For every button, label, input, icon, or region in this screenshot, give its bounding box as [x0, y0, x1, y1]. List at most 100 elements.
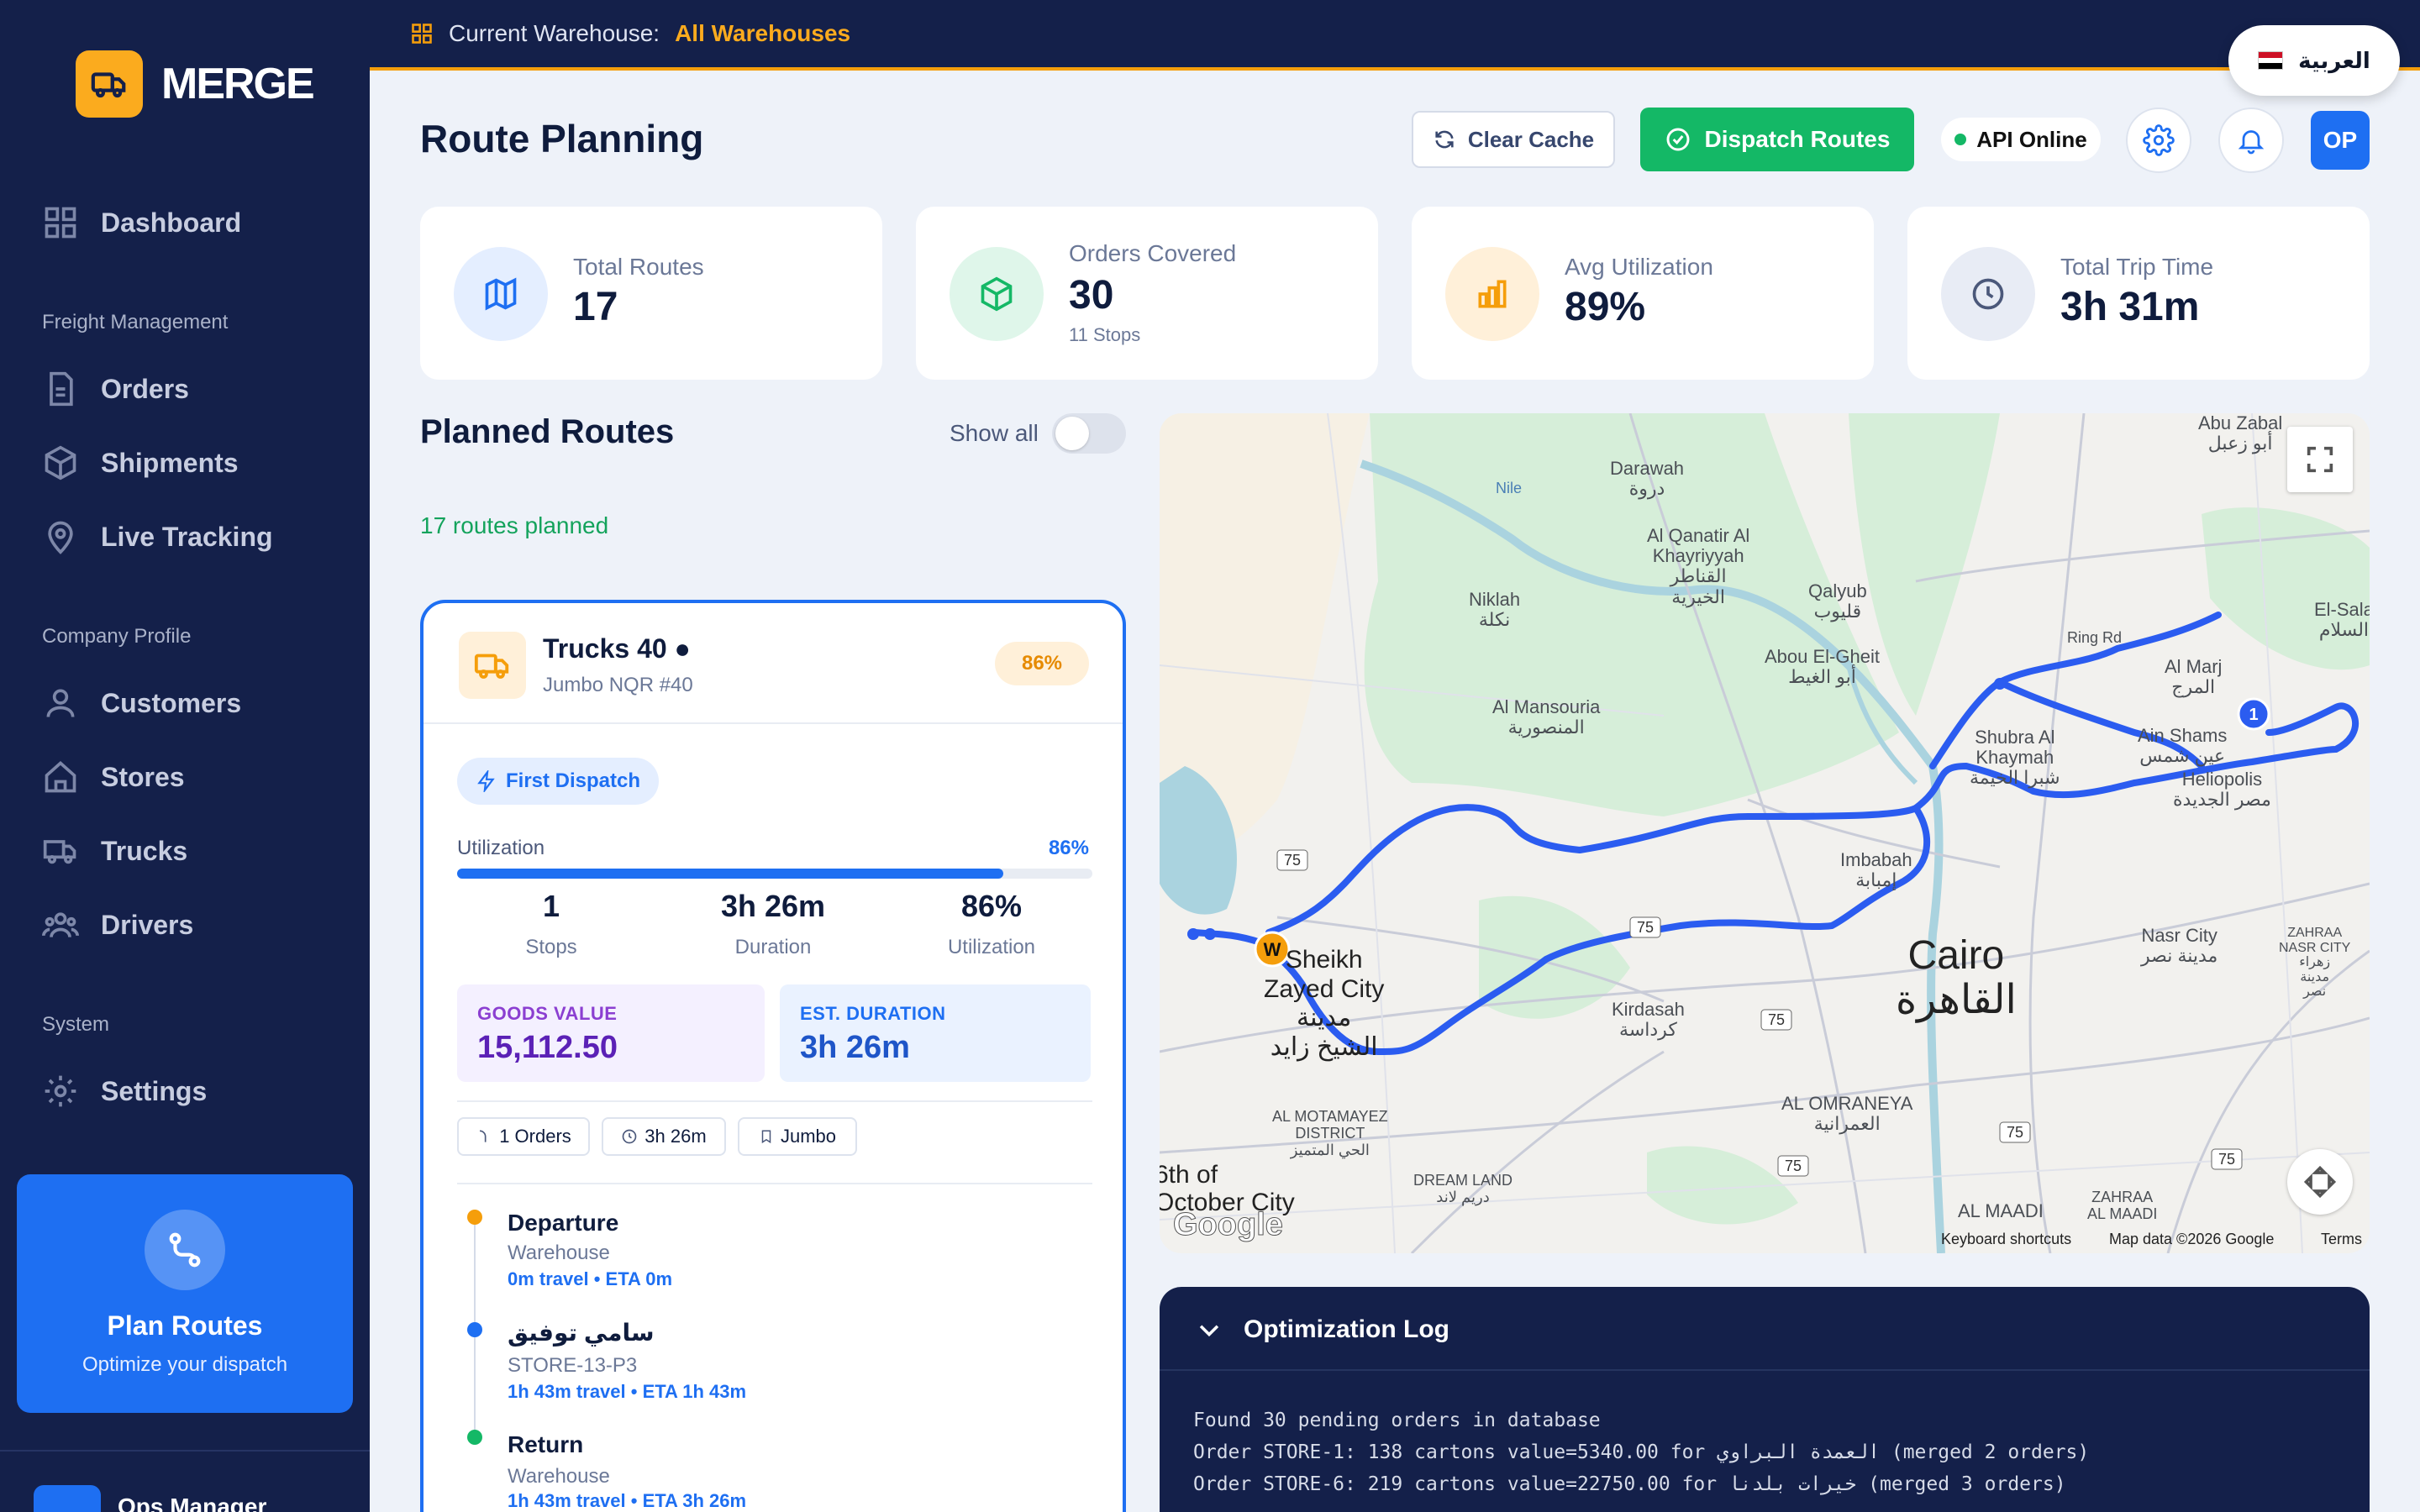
nav-section-company: Company Profile [42, 625, 192, 648]
stop-eta: 0m travel • ETA 0m [508, 1268, 673, 1289]
toggle-knob [1055, 417, 1089, 450]
route-icon [480, 1130, 487, 1142]
fullscreen-button[interactable] [2287, 427, 2353, 492]
metric-value: 86% [960, 889, 1023, 923]
language-button[interactable]: العربية [2228, 25, 2400, 96]
plan-routes-subtitle: Optimize your dispatch [82, 1353, 288, 1376]
map-label-maadi: AL MAADI [1958, 1200, 2044, 1221]
pan-control[interactable] [2287, 1149, 2353, 1215]
svg-text:75: 75 [1284, 852, 1301, 869]
sidebar-item-drivers[interactable]: Drivers [42, 904, 193, 946]
stop-subtitle: Warehouse [508, 1465, 610, 1488]
api-status-label: API Online [1976, 126, 2087, 152]
map-label-al-omraneya: AL OMRANEYA العمرانية [1781, 1093, 1913, 1135]
routes-count: 17 routes planned [420, 512, 609, 538]
notifications-button[interactable] [2218, 108, 2284, 173]
map-keyboard-shortcuts[interactable]: Keyboard shortcuts [1941, 1231, 2071, 1248]
optimization-log: Optimization Log Found 30 pending orders… [1160, 1287, 2370, 1512]
svg-text:75: 75 [1637, 919, 1654, 936]
sidebar-item-settings[interactable]: Settings [42, 1070, 207, 1112]
stop-eta: 1h 43m travel • ETA 3h 26m [508, 1490, 747, 1511]
warehouse-value: All Warehouses [675, 20, 851, 46]
warehouse-label: Current Warehouse: [449, 20, 660, 46]
truck-model: Jumbo NQR #40 [543, 674, 693, 696]
utilization-label: Utilization [457, 837, 545, 859]
brand-name: MERGE [161, 60, 315, 108]
map-label-shubra: Shubra Al Khaymah شبرا الخيمة [1970, 727, 2060, 789]
map-label-zahraa-maadi: ZAHRAA AL MAADI [2087, 1189, 2158, 1222]
grid-icon [412, 24, 432, 44]
sidebar-item-live-tracking[interactable]: Live Tracking [42, 516, 273, 558]
map-label-qalyub: Qalyub قليوب [1808, 580, 1867, 622]
truck-icon [459, 632, 526, 699]
truck-logo-icon [76, 50, 143, 118]
sidebar-item-orders[interactable]: Orders [42, 368, 189, 410]
stat-label: Total Trip Time [2060, 254, 2214, 280]
truck-name: Trucks 40 ● [543, 633, 691, 664]
truck-icon [43, 840, 76, 864]
route-card[interactable]: Trucks 40 ● Jumbo NQR #40 86% First Disp… [420, 600, 1126, 1512]
avatar [34, 1485, 101, 1512]
stat-value: 89% [1565, 285, 1646, 329]
settings-button[interactable] [2126, 108, 2191, 173]
plan-routes-title: Plan Routes [107, 1310, 263, 1341]
map-label-ring-rd: Ring Rd [2067, 629, 2123, 646]
goods-value: 15,112.50 [477, 1030, 618, 1065]
map-label-abu-zabal: Abu Zabal أبو زعبل [2198, 413, 2283, 454]
map-icon [454, 247, 548, 341]
clock-icon [1941, 247, 2035, 341]
map-label-dream-land: DREAM LAND دريم لاند [1413, 1172, 1513, 1205]
map-label-imbabah: Imbabah إمبابة [1840, 849, 1912, 891]
chip-orders: 1 Orders [457, 1117, 590, 1156]
stop-subtitle: STORE-13-P3 [508, 1354, 638, 1377]
dispatch-routes-button[interactable]: Dispatch Routes [1640, 108, 1914, 171]
plan-routes-card[interactable]: Plan Routes Optimize your dispatch [17, 1174, 353, 1413]
divider [457, 1183, 1092, 1184]
log-line: Order STORE-6: 219 cartons value=22750.0… [1193, 1473, 2066, 1495]
sidebar: MERGE Dashboard Freight Management Order… [0, 0, 370, 1512]
svg-text:75: 75 [2218, 1151, 2235, 1168]
sidebar-item-stores[interactable]: Stores [42, 756, 185, 798]
stop-subtitle: Warehouse [508, 1242, 610, 1264]
est-duration-box: EST. DURATION 3h 26m [780, 984, 1091, 1082]
document-icon [50, 371, 73, 407]
map-label-ain-shams: Ain Shams عين شمس [2138, 725, 2228, 767]
stop-title: Departure [508, 1210, 619, 1236]
stop-marker-label: 1 [2249, 706, 2258, 724]
show-all-label: Show all [950, 420, 1039, 446]
warehouse-selector[interactable]: Current Warehouse: All Warehouses [410, 20, 850, 47]
show-all-toggle[interactable] [1052, 413, 1126, 454]
chevron-down-icon [1199, 1325, 1219, 1337]
route-icon [145, 1210, 225, 1290]
log-header[interactable]: Optimization Log [1160, 1287, 2370, 1371]
stat-sub: 11 Stops [1069, 324, 1141, 345]
sidebar-item-trucks[interactable]: Trucks [42, 830, 187, 872]
sidebar-item-label: Stores [101, 761, 185, 792]
log-title: Optimization Log [1244, 1315, 1449, 1343]
map-label-sheikh-zayed: Sheikh Zayed City مدينة الشيخ زايد [1264, 946, 1385, 1061]
svg-text:75: 75 [1768, 1011, 1785, 1028]
sidebar-item-dashboard[interactable]: Dashboard [42, 202, 241, 244]
stat-card-orders-covered: Orders Covered 30 11 Stops [916, 207, 1378, 380]
fullscreen-icon [2307, 446, 2333, 473]
user-avatar-button[interactable]: OP [2311, 111, 2370, 170]
sidebar-item-shipments[interactable]: Shipments [42, 442, 239, 484]
brand[interactable]: MERGE [76, 50, 315, 118]
clear-cache-button[interactable]: Clear Cache [1412, 111, 1615, 168]
route-map[interactable]: 75 75 75 75 75 75 W 1 Darawah دروة Al Qa… [1160, 413, 2370, 1253]
log-line: Order STORE-1: 138 cartons value=5340.00… [1193, 1441, 2090, 1463]
map-label-kirdasah: Kirdasah كرداسة [1612, 999, 1685, 1041]
svg-text:75: 75 [1785, 1158, 1802, 1174]
sidebar-item-customers[interactable]: Customers [42, 682, 241, 724]
stat-label: Avg Utilization [1565, 254, 1713, 280]
log-line: Found 30 pending orders in database [1193, 1410, 1601, 1431]
move-icon [2303, 1165, 2337, 1199]
map-terms-link[interactable]: Terms [2321, 1231, 2362, 1248]
chip-label: Jumbo [780, 1126, 837, 1147]
map-label-darawah: Darawah دروة [1610, 458, 1685, 500]
user-strip[interactable]: Ops Manager [0, 1450, 370, 1512]
chip-duration: 3h 26m [602, 1117, 726, 1156]
est-duration: 3h 26m [800, 1030, 910, 1065]
status-dot [1954, 134, 1967, 145]
clear-cache-label: Clear Cache [1467, 126, 1595, 152]
